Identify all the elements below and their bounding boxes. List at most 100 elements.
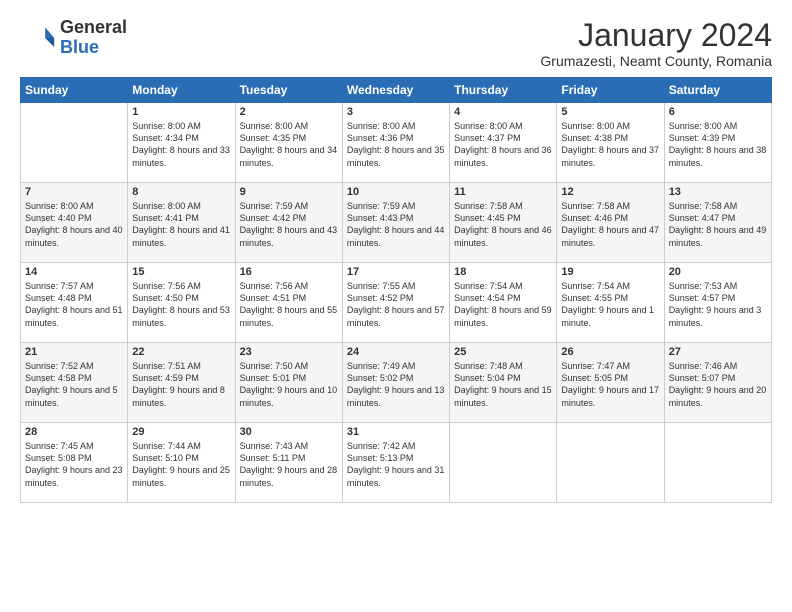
day-cell: 27 Sunrise: 7:46 AMSunset: 5:07 PMDayligh… (664, 343, 771, 423)
day-info: Sunrise: 8:00 AMSunset: 4:39 PMDaylight:… (669, 120, 767, 169)
day-info: Sunrise: 7:45 AMSunset: 5:08 PMDaylight:… (25, 440, 123, 489)
day-cell: 4 Sunrise: 8:00 AMSunset: 4:37 PMDaylight… (450, 103, 557, 183)
day-number: 7 (25, 186, 123, 198)
day-number: 16 (240, 266, 338, 278)
column-header-tuesday: Tuesday (235, 78, 342, 103)
day-info: Sunrise: 7:47 AMSunset: 5:05 PMDaylight:… (561, 360, 659, 409)
day-cell: 14 Sunrise: 7:57 AMSunset: 4:48 PMDayligh… (21, 263, 128, 343)
day-number: 3 (347, 106, 445, 118)
day-cell: 20 Sunrise: 7:53 AMSunset: 4:57 PMDayligh… (664, 263, 771, 343)
day-cell: 15 Sunrise: 7:56 AMSunset: 4:50 PMDayligh… (128, 263, 235, 343)
logo-text: General Blue (60, 18, 127, 58)
column-header-sunday: Sunday (21, 78, 128, 103)
day-cell: 26Sunrise: 7:47 AMSunset: 5:05 PMDayligh… (557, 343, 664, 423)
day-cell: 24 Sunrise: 7:49 AMSunset: 5:02 PMDayligh… (342, 343, 449, 423)
day-info: Sunrise: 7:44 AMSunset: 5:10 PMDaylight:… (132, 440, 230, 489)
day-number: 4 (454, 106, 552, 118)
day-number: 5 (561, 106, 659, 118)
day-info: Sunrise: 8:00 AMSunset: 4:36 PMDaylight:… (347, 120, 445, 169)
week-row-3: 14 Sunrise: 7:57 AMSunset: 4:48 PMDayligh… (21, 263, 772, 343)
calendar-page: General Blue January 2024 Grumazesti, Ne… (0, 0, 792, 612)
day-info: Sunrise: 8:00 AMSunset: 4:38 PMDaylight:… (561, 120, 659, 169)
day-cell: 29 Sunrise: 7:44 AMSunset: 5:10 PMDayligh… (128, 423, 235, 503)
day-cell: 9Sunrise: 7:59 AMSunset: 4:42 PMDaylight… (235, 183, 342, 263)
day-cell: 3 Sunrise: 8:00 AMSunset: 4:36 PMDaylight… (342, 103, 449, 183)
day-info: Sunrise: 7:46 AMSunset: 5:07 PMDaylight:… (669, 360, 767, 409)
week-row-4: 21 Sunrise: 7:52 AMSunset: 4:58 PMDayligh… (21, 343, 772, 423)
day-info: Sunrise: 7:43 AMSunset: 5:11 PMDaylight:… (240, 440, 338, 489)
day-info: Sunrise: 7:51 AMSunset: 4:59 PMDaylight:… (132, 360, 230, 409)
day-info: Sunrise: 7:56 AMSunset: 4:51 PMDaylight:… (240, 280, 338, 329)
calendar-title: January 2024 (540, 18, 772, 53)
day-number: 12 (561, 186, 659, 198)
day-cell: 8 Sunrise: 8:00 AMSunset: 4:41 PMDaylight… (128, 183, 235, 263)
day-cell: 31 Sunrise: 7:42 AMSunset: 5:13 PMDayligh… (342, 423, 449, 503)
day-info: Sunrise: 7:42 AMSunset: 5:13 PMDaylight:… (347, 440, 445, 489)
calendar-subtitle: Grumazesti, Neamt County, Romania (540, 53, 772, 69)
day-info: Sunrise: 8:00 AMSunset: 4:41 PMDaylight:… (132, 200, 230, 249)
day-number: 23 (240, 346, 338, 358)
week-row-5: 28 Sunrise: 7:45 AMSunset: 5:08 PMDayligh… (21, 423, 772, 503)
column-header-saturday: Saturday (664, 78, 771, 103)
day-cell: 21 Sunrise: 7:52 AMSunset: 4:58 PMDayligh… (21, 343, 128, 423)
logo: General Blue (20, 18, 127, 58)
day-info: Sunrise: 7:56 AMSunset: 4:50 PMDaylight:… (132, 280, 230, 329)
day-info: Sunrise: 7:59 AMSunset: 4:43 PMDaylight:… (347, 200, 445, 249)
day-cell: 13 Sunrise: 7:58 AMSunset: 4:47 PMDayligh… (664, 183, 771, 263)
header: General Blue January 2024 Grumazesti, Ne… (20, 18, 772, 69)
day-number: 25 (454, 346, 552, 358)
day-info: Sunrise: 7:48 AMSunset: 5:04 PMDaylight:… (454, 360, 552, 409)
title-block: January 2024 Grumazesti, Neamt County, R… (540, 18, 772, 69)
day-info: Sunrise: 7:57 AMSunset: 4:48 PMDaylight:… (25, 280, 123, 329)
logo-general: General (60, 18, 127, 38)
day-info: Sunrise: 7:58 AMSunset: 4:47 PMDaylight:… (669, 200, 767, 249)
day-cell: 12 Sunrise: 7:58 AMSunset: 4:46 PMDayligh… (557, 183, 664, 263)
day-number: 1 (132, 106, 230, 118)
day-cell: 6 Sunrise: 8:00 AMSunset: 4:39 PMDaylight… (664, 103, 771, 183)
day-number: 27 (669, 346, 767, 358)
day-number: 10 (347, 186, 445, 198)
day-cell: 16 Sunrise: 7:56 AMSunset: 4:51 PMDayligh… (235, 263, 342, 343)
day-number: 13 (669, 186, 767, 198)
day-number: 18 (454, 266, 552, 278)
day-info: Sunrise: 7:55 AMSunset: 4:52 PMDaylight:… (347, 280, 445, 329)
logo-blue: Blue (60, 38, 127, 58)
day-number: 24 (347, 346, 445, 358)
day-number: 20 (669, 266, 767, 278)
day-cell: 23 Sunrise: 7:50 AMSunset: 5:01 PMDayligh… (235, 343, 342, 423)
day-cell: 1 Sunrise: 8:00 AMSunset: 4:34 PMDaylight… (128, 103, 235, 183)
column-header-thursday: Thursday (450, 78, 557, 103)
calendar-table: SundayMondayTuesdayWednesdayThursdayFrid… (20, 77, 772, 503)
header-row: SundayMondayTuesdayWednesdayThursdayFrid… (21, 78, 772, 103)
day-info: Sunrise: 7:49 AMSunset: 5:02 PMDaylight:… (347, 360, 445, 409)
day-info: Sunrise: 7:53 AMSunset: 4:57 PMDaylight:… (669, 280, 767, 329)
day-number: 8 (132, 186, 230, 198)
day-number: 31 (347, 426, 445, 438)
day-number: 21 (25, 346, 123, 358)
day-info: Sunrise: 8:00 AMSunset: 4:34 PMDaylight:… (132, 120, 230, 169)
day-number: 28 (25, 426, 123, 438)
day-info: Sunrise: 7:54 AMSunset: 4:54 PMDaylight:… (454, 280, 552, 329)
day-cell: 22 Sunrise: 7:51 AMSunset: 4:59 PMDayligh… (128, 343, 235, 423)
day-cell: 18 Sunrise: 7:54 AMSunset: 4:54 PMDayligh… (450, 263, 557, 343)
day-number: 9 (240, 186, 338, 198)
day-number: 11 (454, 186, 552, 198)
day-number: 22 (132, 346, 230, 358)
day-number: 6 (669, 106, 767, 118)
day-cell (450, 423, 557, 503)
day-cell (557, 423, 664, 503)
day-info: Sunrise: 8:00 AMSunset: 4:37 PMDaylight:… (454, 120, 552, 169)
day-info: Sunrise: 7:58 AMSunset: 4:45 PMDaylight:… (454, 200, 552, 249)
day-number: 14 (25, 266, 123, 278)
day-cell: 30Sunrise: 7:43 AMSunset: 5:11 PMDayligh… (235, 423, 342, 503)
day-info: Sunrise: 7:52 AMSunset: 4:58 PMDaylight:… (25, 360, 123, 409)
day-number: 29 (132, 426, 230, 438)
day-cell: 11 Sunrise: 7:58 AMSunset: 4:45 PMDayligh… (450, 183, 557, 263)
day-info: Sunrise: 8:00 AMSunset: 4:35 PMDaylight:… (240, 120, 338, 169)
day-info: Sunrise: 7:58 AMSunset: 4:46 PMDaylight:… (561, 200, 659, 249)
column-header-friday: Friday (557, 78, 664, 103)
day-number: 15 (132, 266, 230, 278)
day-cell: 25 Sunrise: 7:48 AMSunset: 5:04 PMDayligh… (450, 343, 557, 423)
day-number: 17 (347, 266, 445, 278)
day-info: Sunrise: 7:50 AMSunset: 5:01 PMDaylight:… (240, 360, 338, 409)
